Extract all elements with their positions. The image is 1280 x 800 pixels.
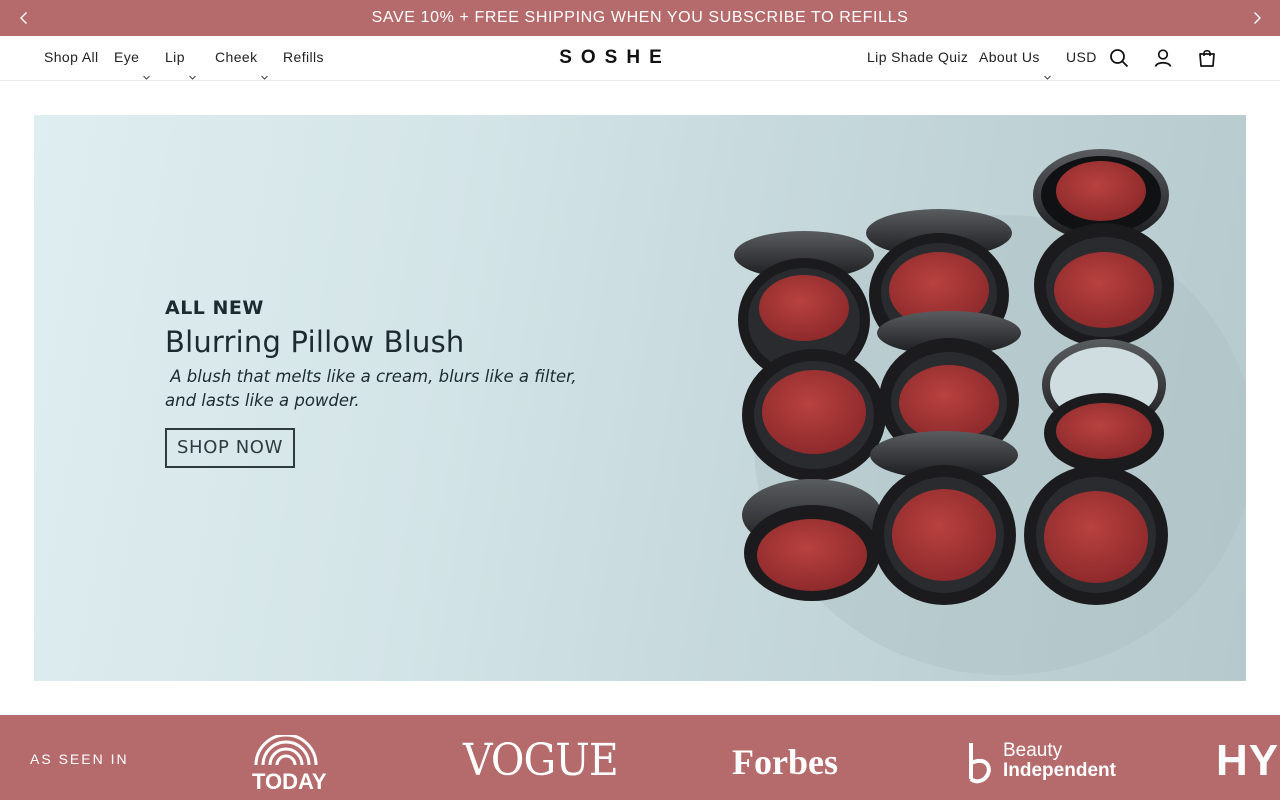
nav-label: Cheek <box>215 49 258 65</box>
hypebae-logo: HYP <box>1216 736 1280 785</box>
currency-selector[interactable]: USD <box>1066 36 1097 80</box>
nav-eye[interactable]: Eye <box>114 36 151 80</box>
vogue-logo: VOGUE <box>463 735 619 786</box>
site-header: Shop All Eye Lip Cheek Refills SOSHE Lip… <box>0 36 1280 81</box>
hero-subtitle-line: and lasts like a powder. <box>165 391 360 410</box>
hero-copy: ALL NEW Blurring Pillow Blush A blush th… <box>165 297 585 413</box>
hero-eyebrow: ALL NEW <box>165 297 264 319</box>
account-icon[interactable] <box>1152 47 1174 69</box>
hero-title: Blurring Pillow Blush <box>165 325 465 359</box>
nav-label: Eye <box>114 49 140 65</box>
nav-lip-shade-quiz[interactable]: Lip Shade Quiz <box>867 36 968 80</box>
hero-subtitle: A blush that melts like a cream, blurs l… <box>165 365 585 413</box>
nav-label: Lip Shade Quiz <box>867 49 969 65</box>
cart-icon[interactable] <box>1196 47 1218 69</box>
hero-subtitle-line: A blush that melts like a cream, blurs l… <box>165 367 577 386</box>
chevron-down-icon <box>1043 55 1051 80</box>
bi-mark-icon <box>969 743 991 784</box>
nav-shop-all[interactable]: Shop All <box>44 36 99 80</box>
announcement-text[interactable]: SAVE 10% + FREE SHIPPING WHEN YOU SUBSCR… <box>0 0 1280 36</box>
as-seen-in-strip: AS SEEN IN TODAY VOGUE Forbes Beauty Ind… <box>0 715 1280 800</box>
beauty-independent-logo: Beauty Independent <box>966 739 1126 787</box>
nav-refills[interactable]: Refills <box>283 36 324 80</box>
independent-wordmark: Independent <box>1003 760 1116 781</box>
as-seen-in-label: AS SEEN IN <box>30 751 129 767</box>
blush-compacts-image <box>734 149 1246 675</box>
currency-label: USD <box>1066 49 1097 65</box>
beauty-wordmark: Beauty <box>1003 740 1063 761</box>
today-logo: TODAY <box>252 733 327 793</box>
today-wordmark: TODAY <box>252 769 327 794</box>
chevron-down-icon <box>143 55 151 80</box>
announcement-bar: SAVE 10% + FREE SHIPPING WHEN YOU SUBSCR… <box>0 0 1280 36</box>
nav-label: Lip <box>165 49 185 65</box>
hero-banner[interactable]: ALL NEW Blurring Pillow Blush A blush th… <box>34 115 1246 681</box>
chevron-down-icon <box>189 55 196 80</box>
search-icon[interactable] <box>1108 47 1130 69</box>
shop-now-button[interactable]: SHOP NOW <box>165 428 295 468</box>
chevron-right-icon[interactable] <box>1248 9 1266 27</box>
rainbow-icon <box>254 733 318 766</box>
forbes-logo: Forbes <box>732 742 838 782</box>
nav-lip[interactable]: Lip <box>165 36 196 80</box>
nav-label: Refills <box>283 49 324 65</box>
chevron-down-icon <box>261 55 269 80</box>
nav-about-us[interactable]: About Us <box>979 36 1051 80</box>
brand-logo[interactable]: SOSHE <box>555 46 671 70</box>
nav-label: Shop All <box>44 49 99 65</box>
nav-label: About Us <box>979 49 1040 65</box>
nav-cheek[interactable]: Cheek <box>215 36 269 80</box>
